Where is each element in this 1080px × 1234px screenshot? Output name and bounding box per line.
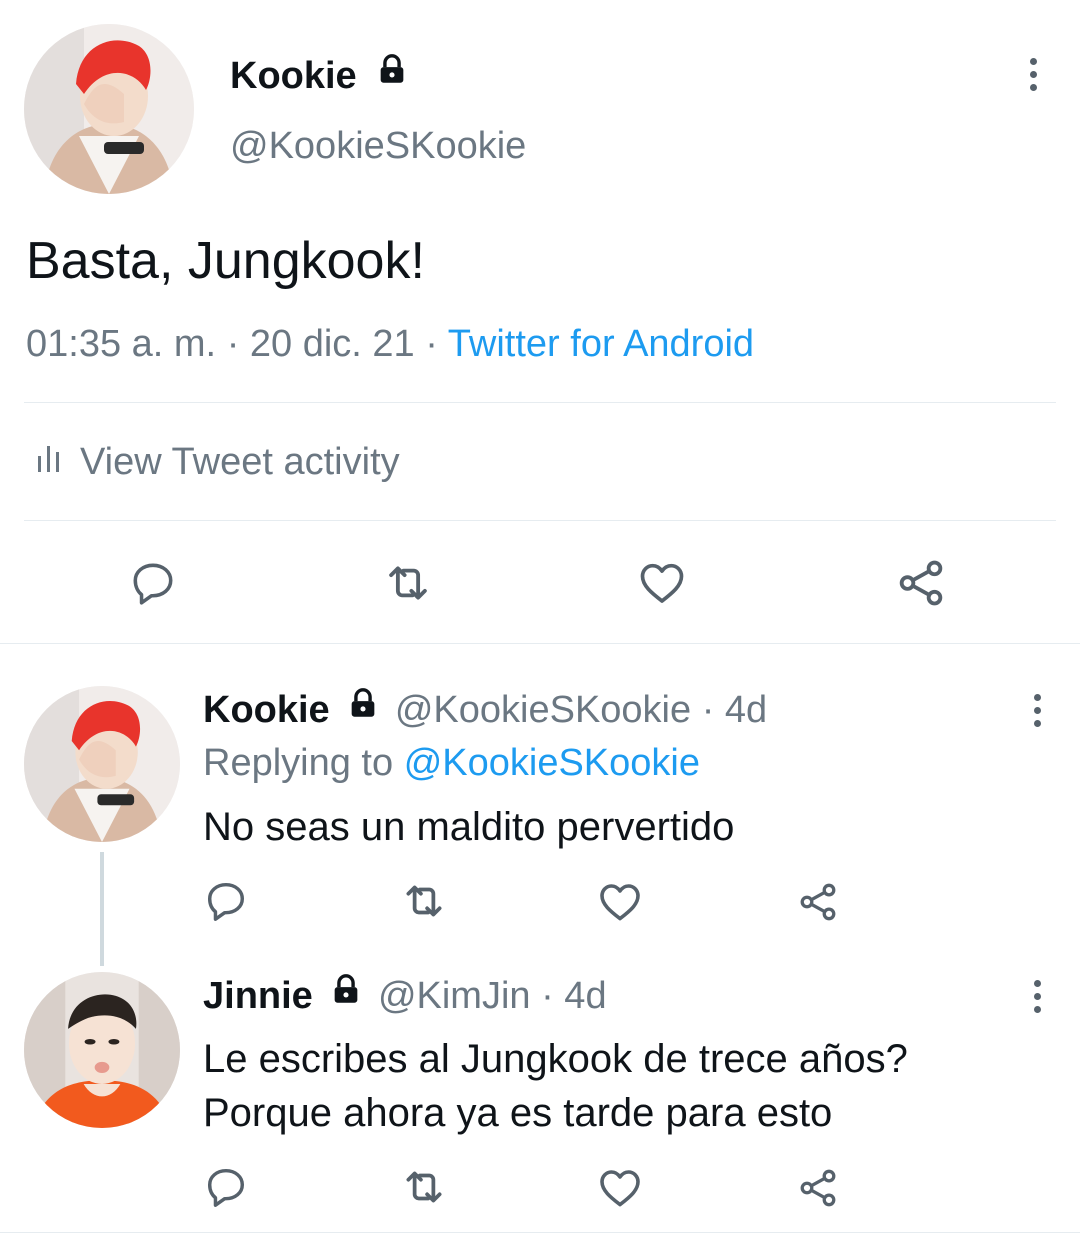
tweet-text: Basta, Jungkook! [26,232,425,290]
reply-icon[interactable] [203,878,249,924]
reply1-avatar[interactable] [24,686,180,842]
tweet-time: 01:35 a. m. [26,323,217,365]
more-icon[interactable] [1030,58,1037,91]
avatar-image [24,686,180,842]
share-icon[interactable] [796,880,840,924]
main-avatar[interactable] [24,24,194,194]
reply1-header: Kookie @KookieSKookie · 4d [203,688,767,732]
meta-separator: · [425,323,438,365]
reply2-text-line1: Le escribes al Jungkook de trece años? [203,1037,908,1081]
tweet-meta: 01:35 a. m. · 20 dic. 21 · Twitter for A… [26,322,754,366]
reply2-age: · 4d [541,975,607,1017]
retweet-icon[interactable] [398,876,450,926]
avatar-image [24,24,194,194]
retweet-icon[interactable] [398,1162,450,1212]
reply2-handle[interactable]: @KimJin [378,975,531,1017]
tweet-source-link[interactable]: Twitter for Android [448,323,754,365]
divider [24,520,1056,521]
divider [24,402,1056,403]
reply1-age: · 4d [701,689,768,731]
more-icon[interactable] [1034,694,1041,727]
reply2-text-line2: Porque ahora ya es tarde para esto [203,1091,833,1135]
section-divider [0,643,1080,644]
like-icon[interactable] [636,557,688,609]
reply2-avatar[interactable] [24,972,180,1128]
bar-chart-icon [36,440,62,484]
reply2-header: Jinnie @KimJin · 4d [203,974,607,1018]
meta-separator: · [226,323,240,365]
like-icon[interactable] [596,878,644,926]
reply1-author-name[interactable]: Kookie [203,689,330,731]
reply1-text: No seas un maldito pervertido [203,805,735,849]
main-author-handle[interactable]: @KookieSKookie [230,124,526,168]
retweet-icon[interactable] [380,556,436,610]
avatar-image [24,972,180,1128]
replying-to-link[interactable]: @KookieSKookie [404,742,700,784]
reply1-handle[interactable]: @KookieSKookie [395,689,691,731]
main-author-name[interactable]: Kookie [230,54,409,98]
share-icon[interactable] [796,1166,840,1210]
reply2-author-name[interactable]: Jinnie [203,975,313,1017]
replying-prefix: Replying to [203,742,394,784]
share-icon[interactable] [894,556,948,610]
tweet-date: 20 dic. 21 [249,323,415,365]
section-divider [0,1232,1080,1233]
thread-line [100,852,104,966]
view-tweet-activity[interactable]: View Tweet activity [36,440,400,484]
replying-to: Replying to @KookieSKookie [203,741,700,785]
more-icon[interactable] [1034,980,1041,1013]
reply-icon[interactable] [203,1164,249,1210]
lock-icon [346,687,380,731]
lock-icon [329,973,363,1017]
reply-icon[interactable] [128,558,178,608]
lock-icon [375,53,409,97]
author-name-text: Kookie [230,55,357,97]
activity-label: View Tweet activity [80,441,400,483]
like-icon[interactable] [596,1164,644,1212]
